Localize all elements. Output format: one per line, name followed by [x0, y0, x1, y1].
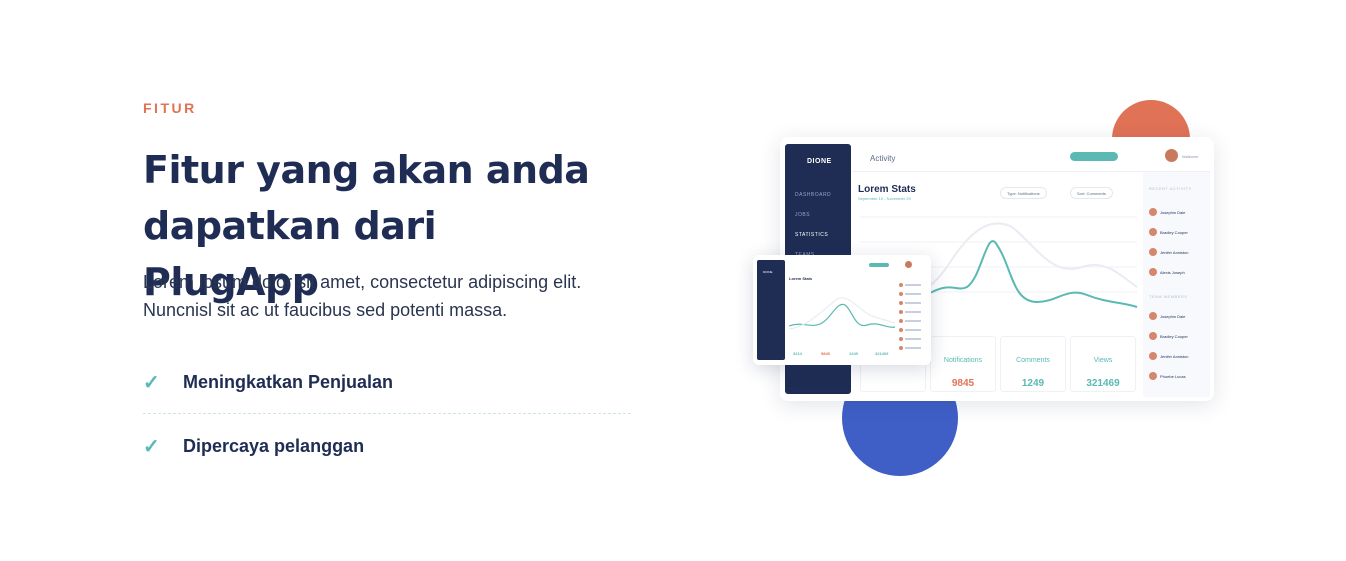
list-item: Jenifer Anniston	[1149, 248, 1188, 256]
avatar	[1149, 332, 1157, 340]
section-description: Lorem ipsum dolor sit amet, consectetur …	[143, 272, 582, 320]
person-name: Josephin Dale	[1160, 313, 1186, 319]
mobile-mockup: DIONE Lorem Stats 3214 9845 1249 321469	[753, 255, 931, 365]
person-name: Bradley Cooper	[1160, 229, 1188, 235]
person-name: Jenifer Anniston	[1160, 353, 1189, 359]
mobile-stat-value: 9845	[821, 351, 830, 356]
mockup-stats-title: Lorem Stats	[858, 184, 916, 195]
avatar	[905, 261, 912, 268]
mockup-panel-heading: TEAM MEMBERS	[1149, 294, 1188, 299]
check-icon: ✓	[143, 435, 160, 458]
avatar	[1149, 312, 1157, 320]
mockup-right-panel: RECENT ACTIVITY Josephin Dale Bradley Co…	[1143, 172, 1210, 397]
avatar	[1165, 149, 1178, 162]
list-item: Alexis Joseph	[1149, 268, 1185, 276]
check-icon: ✓	[143, 371, 160, 394]
mobile-stat-value: 3214	[793, 351, 802, 356]
person-name: Phoebe Lucas	[1160, 373, 1186, 379]
avatar	[1149, 228, 1157, 236]
feature-item: ✓ Meningkatkan Penjualan	[143, 357, 631, 407]
mockup-stats-subtitle: September 15 - November 29	[858, 196, 911, 201]
stat-card-value: 9845	[951, 378, 975, 389]
list-item: Phoebe Lucas	[1149, 372, 1186, 380]
avatar	[1149, 248, 1157, 256]
mockup-nav-item: JOBS	[795, 212, 811, 218]
avatar	[1149, 268, 1157, 276]
stat-card-value: 321469	[1086, 378, 1120, 389]
mockup-brand: DIONE	[807, 158, 832, 165]
mobile-sidebar: DIONE	[757, 260, 785, 360]
stat-card-value: 1249	[1021, 378, 1045, 389]
mockup-topbar: Activity Walkover	[852, 144, 1210, 172]
avatar	[1149, 208, 1157, 216]
stat-card: Comments 1249	[1000, 336, 1066, 392]
mockup-pill	[1070, 152, 1118, 161]
stat-card-title: Views	[1093, 357, 1113, 364]
mockup-select: Type: Notifications	[1000, 187, 1047, 199]
mobile-stat-value: 321469	[875, 351, 889, 356]
person-name: Josephin Dale	[1160, 209, 1186, 215]
mockup-header-title: Activity	[870, 154, 896, 163]
mobile-line-chart	[788, 297, 896, 330]
list-item: Josephin Dale	[1149, 208, 1185, 216]
stat-card-title: Notifications	[943, 357, 983, 364]
list-item: Bradley Cooper	[1149, 332, 1188, 340]
feature-divider	[143, 413, 631, 414]
stat-card-title: Comments	[1016, 357, 1050, 364]
stat-card: Notifications 9845	[930, 336, 996, 392]
list-item: Josephin Dale	[1149, 312, 1185, 320]
mockup-panel-heading: RECENT ACTIVITY	[1149, 186, 1192, 191]
feature-label: Meningkatkan Penjualan	[183, 371, 394, 392]
feature-item: ✓ Dipercaya pelanggan	[143, 421, 631, 471]
avatar	[1149, 352, 1157, 360]
mockup-select: Sort: Comments	[1070, 187, 1113, 199]
features-section: FITUR Fitur yang akan anda dapatkan dari…	[0, 0, 1346, 561]
mockup-nav-item: STATISTICS	[795, 232, 829, 238]
avatar	[1149, 372, 1157, 380]
person-name: Alexis Joseph	[1160, 269, 1185, 275]
mobile-stats-title: Lorem Stats	[789, 276, 813, 281]
mobile-stat-value: 1249	[849, 351, 858, 356]
mockup-user-name: Walkover	[1182, 154, 1199, 159]
person-name: Jenifer Anniston	[1160, 249, 1189, 255]
section-eyebrow: FITUR	[143, 100, 197, 116]
mobile-pill	[869, 263, 889, 267]
person-name: Bradley Cooper	[1160, 333, 1188, 339]
mockup-nav-item: DASHBOARD	[795, 192, 832, 198]
list-item: Bradley Cooper	[1149, 228, 1188, 236]
feature-label: Dipercaya pelanggan	[183, 435, 365, 456]
stat-card: Views 321469	[1070, 336, 1136, 392]
mobile-list	[899, 283, 927, 355]
list-item: Jenifer Anniston	[1149, 352, 1188, 360]
mobile-brand: DIONE	[763, 270, 773, 274]
